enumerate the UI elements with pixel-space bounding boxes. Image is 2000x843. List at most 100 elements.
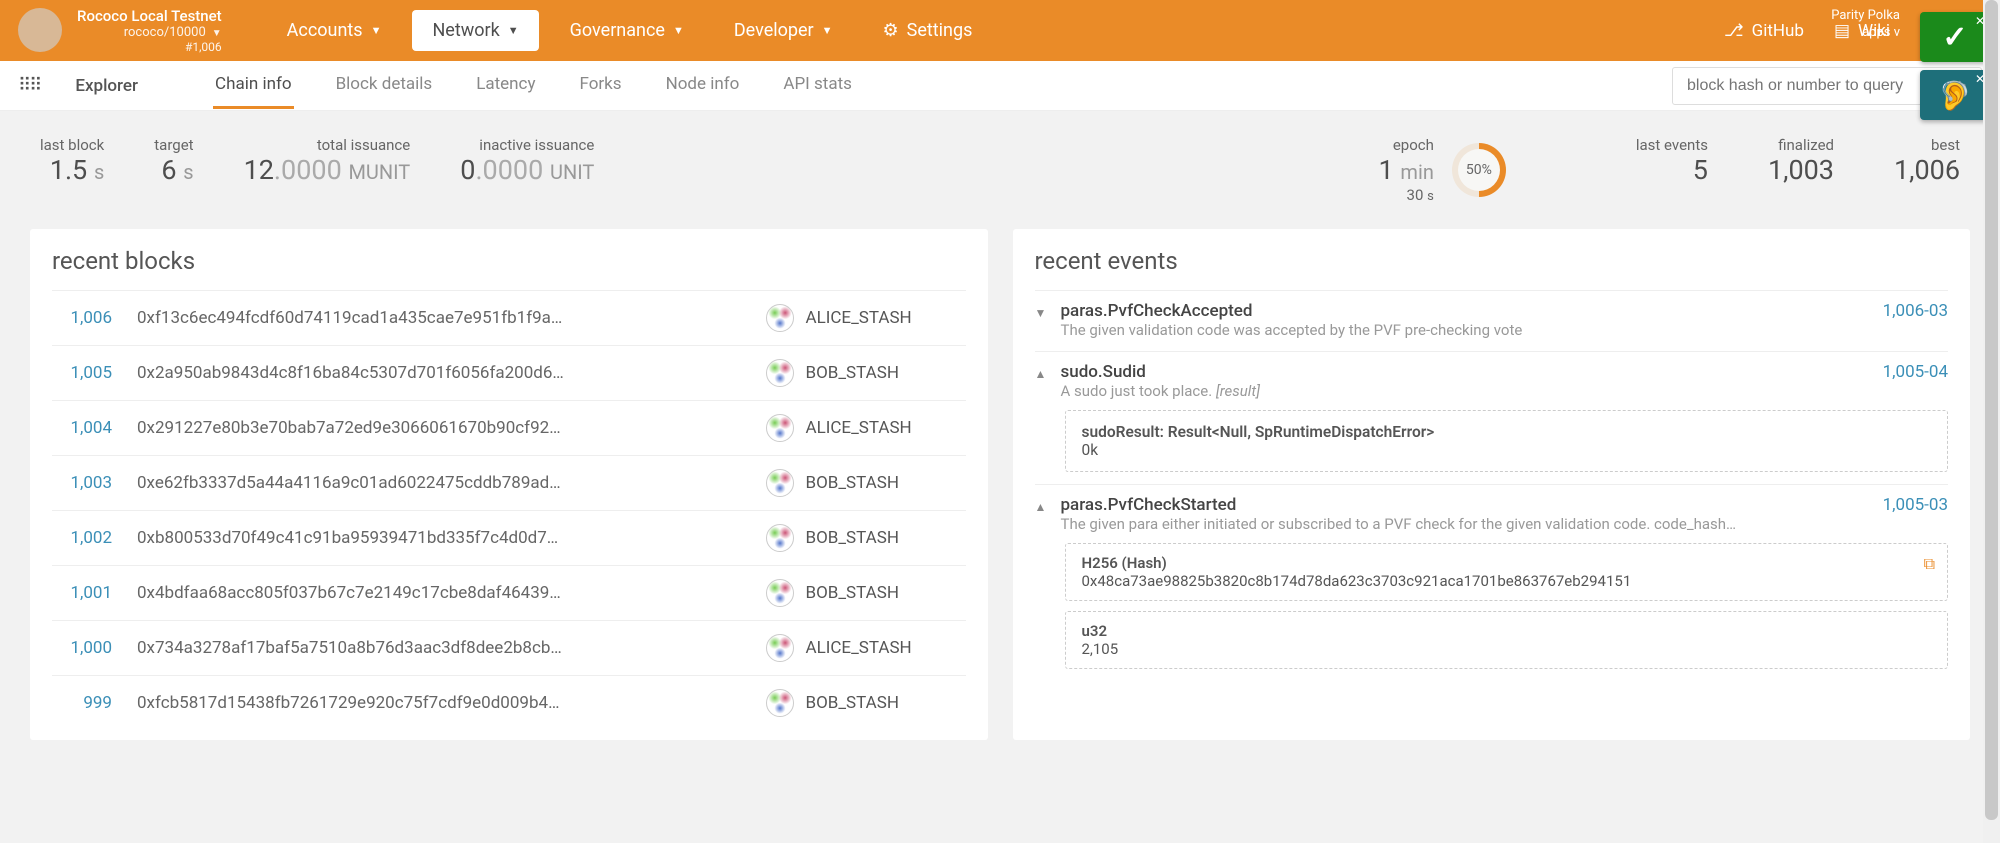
nav-network[interactable]: Network▼ <box>412 10 538 51</box>
gear-icon: ⚙ <box>883 20 899 41</box>
chevron-up-icon[interactable]: ▲ <box>1035 367 1049 381</box>
block-number-link[interactable]: 1,002 <box>52 528 112 548</box>
block-row[interactable]: 1,001 0x4bdfaa68acc805f037b67c7e2149c17cb… <box>52 565 966 620</box>
event-id-link[interactable]: 1,006-03 <box>1883 301 1948 321</box>
app-version-label: Parity Polkaapps v <box>1831 8 1900 42</box>
event-row[interactable]: ▲ paras.PvfCheckStarted The given para e… <box>1035 484 1949 681</box>
block-hash[interactable]: 0x734a3278af17baf5a7510a8b76d3aac3df8dee… <box>137 638 741 658</box>
nav-settings[interactable]: ⚙Settings <box>858 0 998 61</box>
identicon-icon <box>766 579 794 607</box>
tab-latency[interactable]: Latency <box>474 62 537 109</box>
event-title: paras.PvfCheckStarted <box>1061 495 1737 515</box>
apps-grid-icon[interactable]: ⠿⠿ <box>18 75 40 96</box>
chevron-up-icon[interactable]: ▲ <box>1035 500 1049 514</box>
block-hash[interactable]: 0xf13c6ec494fcdf60d74119cad1a435cae7e951… <box>137 308 741 328</box>
caret-down-icon: ▼ <box>212 28 222 40</box>
block-row[interactable]: 1,004 0x291227e80b3e70bab7a72ed9e30660616… <box>52 400 966 455</box>
block-author[interactable]: BOB_STASH <box>766 359 966 387</box>
accessibility-badge[interactable]: ✕🦻 <box>1920 70 1990 120</box>
copy-icon[interactable]: ⧉ <box>1924 554 1935 574</box>
block-row[interactable]: 1,000 0x734a3278af17baf5a7510a8b76d3aac3d… <box>52 620 966 675</box>
identicon-icon <box>766 634 794 662</box>
stat-last-events: last events5 <box>1636 136 1708 186</box>
blocks-heading: recent blocks <box>52 247 966 275</box>
block-hash[interactable]: 0xe62fb3337d5a44a4116a9c01ad6022475cddb7… <box>137 473 741 493</box>
explorer-link[interactable]: Explorer <box>75 76 138 96</box>
block-hash[interactable]: 0xfcb5817d15438fb7261729e920c75f7cdf9e0d… <box>137 693 741 713</box>
block-hash[interactable]: 0x291227e80b3e70bab7a72ed9e3066061670b90… <box>137 418 741 438</box>
tab-node-info[interactable]: Node info <box>664 62 742 109</box>
tab-forks[interactable]: Forks <box>578 62 624 109</box>
block-author[interactable]: ALICE_STASH <box>766 634 966 662</box>
scrollbar[interactable] <box>1983 0 2000 843</box>
block-row[interactable]: 999 0xfcb5817d15438fb7261729e920c75f7cdf9… <box>52 675 966 730</box>
stat-inactive-issuance: inactive issuance 0.0000 UNIT <box>460 136 594 186</box>
caret-down-icon: ▼ <box>822 24 833 37</box>
identicon-icon <box>766 469 794 497</box>
block-hash[interactable]: 0x2a950ab9843d4c8f16ba84c5307d701f6056fa… <box>137 363 741 383</box>
block-author[interactable]: BOB_STASH <box>766 579 966 607</box>
event-row[interactable]: ▲ sudo.Sudid A sudo just took place. [re… <box>1035 351 1949 484</box>
block-number-link[interactable]: 999 <box>52 693 112 713</box>
tab-api-stats[interactable]: API stats <box>781 62 854 109</box>
block-number-link[interactable]: 1,003 <box>52 473 112 493</box>
event-u32-box: u32 2,105 <box>1065 611 1949 669</box>
scrollbar-thumb[interactable] <box>1985 0 1998 820</box>
chain-spec: rococo/10000 <box>124 25 206 40</box>
stats-row: last block 1.5 s target 6 s total issuan… <box>0 111 2000 219</box>
success-toast[interactable]: ✕ <box>1920 12 1990 62</box>
block-number-link[interactable]: 1,004 <box>52 418 112 438</box>
block-number-link[interactable]: 1,005 <box>52 363 112 383</box>
identicon-icon <box>766 689 794 717</box>
block-author[interactable]: ALICE_STASH <box>766 304 966 332</box>
block-number-link[interactable]: 1,000 <box>52 638 112 658</box>
stat-best: best1,006 <box>1894 136 1960 186</box>
event-desc: The given validation code was accepted b… <box>1061 321 1523 339</box>
chain-logo-icon <box>18 8 62 52</box>
block-number-link[interactable]: 1,006 <box>52 308 112 328</box>
block-row[interactable]: 1,003 0xe62fb3337d5a44a4116a9c01ad6022475… <box>52 455 966 510</box>
block-number-link[interactable]: 1,001 <box>52 583 112 603</box>
event-row[interactable]: ▼ paras.PvfCheckAccepted The given valid… <box>1035 290 1949 351</box>
nav-accounts[interactable]: Accounts▼ <box>262 0 407 61</box>
ear-icon: 🦻 <box>1938 79 1973 112</box>
event-id-link[interactable]: 1,005-03 <box>1883 495 1948 515</box>
event-desc: The given para either initiated or subsc… <box>1061 515 1737 533</box>
block-author[interactable]: BOB_STASH <box>766 689 966 717</box>
recent-blocks-panel: recent blocks 1,006 0xf13c6ec494fcdf60d74… <box>30 229 988 740</box>
github-link[interactable]: ⎇GitHub <box>1724 21 1804 41</box>
chain-name: Rococo Local Testnet <box>77 7 222 25</box>
nav-governance[interactable]: Governance▼ <box>545 0 709 61</box>
stat-total-issuance: total issuance 12.0000 MUNIT <box>244 136 411 186</box>
identicon-icon <box>766 304 794 332</box>
block-hash[interactable]: 0xb800533d70f49c41c91ba95939471bd335f7c4… <box>137 528 741 548</box>
events-heading: recent events <box>1035 247 1949 275</box>
stat-finalized: finalized1,003 <box>1768 136 1834 186</box>
chain-selector[interactable]: Rococo Local Testnet rococo/10000 ▼ #1,00… <box>0 7 232 55</box>
block-row[interactable]: 1,006 0xf13c6ec494fcdf60d74119cad1a435cae… <box>52 290 966 345</box>
stat-epoch: epoch 1 min 30 s 50% <box>1379 136 1506 204</box>
nav-developer[interactable]: Developer▼ <box>709 0 858 61</box>
stat-target: target 6 s <box>154 136 193 186</box>
identicon-icon <box>766 359 794 387</box>
chain-block-num: #1,006 <box>77 40 222 54</box>
event-id-link[interactable]: 1,005-04 <box>1883 362 1948 382</box>
event-desc: A sudo just took place. [result] <box>1061 382 1260 400</box>
chevron-down-icon[interactable]: ▼ <box>1035 306 1049 320</box>
tab-block-details[interactable]: Block details <box>334 62 435 109</box>
event-hash-box: H256 (Hash) 0x48ca73ae98825b3820c8b174d7… <box>1065 543 1949 601</box>
recent-events-panel: recent events ▼ paras.PvfCheckAccepted T… <box>1013 229 1971 740</box>
caret-down-icon: ▼ <box>673 24 684 37</box>
block-author[interactable]: BOB_STASH <box>766 524 966 552</box>
block-row[interactable]: 1,005 0x2a950ab9843d4c8f16ba84c5307d701f6… <box>52 345 966 400</box>
block-row[interactable]: 1,002 0xb800533d70f49c41c91ba95939471bd33… <box>52 510 966 565</box>
block-author[interactable]: BOB_STASH <box>766 469 966 497</box>
stat-last-block: last block 1.5 s <box>40 136 104 186</box>
identicon-icon <box>766 414 794 442</box>
event-title: paras.PvfCheckAccepted <box>1061 301 1523 321</box>
block-author[interactable]: ALICE_STASH <box>766 414 966 442</box>
tab-chain-info[interactable]: Chain info <box>213 62 294 109</box>
block-hash[interactable]: 0x4bdfaa68acc805f037b67c7e2149c17cbe8daf… <box>137 583 741 603</box>
branch-icon: ⎇ <box>1724 21 1744 41</box>
sub-navbar: ⠿⠿ Explorer Chain info Block details Lat… <box>0 61 2000 111</box>
